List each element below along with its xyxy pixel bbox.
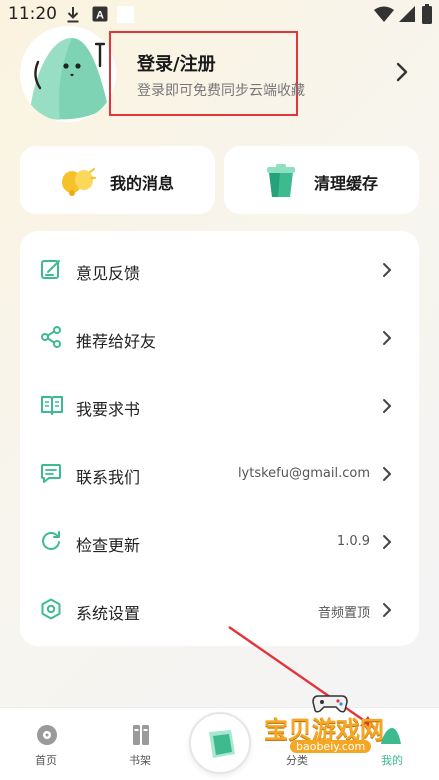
bookshelf-icon [133,725,149,745]
avatar[interactable] [20,26,116,122]
bell-icon [62,168,96,196]
avatar-mascot-icon [20,26,116,122]
messages-label: 我的消息 [110,174,175,193]
home-disc-icon [37,725,57,745]
menu-item-settings[interactable]: 系统设置 音频置顶 [20,574,419,642]
watermark-url: baobeiy.com [290,740,372,753]
svg-text:A: A [96,10,104,22]
center-fab[interactable] [189,712,251,774]
signal-icon [399,6,415,22]
profile-header[interactable]: 登录/注册 登录即可免费同步云端收藏 [0,26,439,122]
share-icon [41,326,61,348]
chevron-right-icon[interactable] [396,62,408,82]
messages-card[interactable]: 我的消息 [20,146,215,214]
menu-item-share[interactable]: 推荐给好友 [20,302,419,370]
status-time: 11:20 [8,4,57,24]
chevron-right-icon [383,603,391,617]
menu-label: 检查更新 [76,536,141,555]
trash-icon [267,164,295,197]
chevron-right-icon [383,331,391,345]
wifi-icon [374,6,394,22]
chevron-right-icon [383,467,391,481]
menu-label: 意见反馈 [76,264,141,283]
refresh-icon [42,531,60,550]
watermark-logo: 宝贝游戏网 baobeiy.com [262,690,412,762]
tab-label: 书架 [129,754,151,767]
menu-item-feedback[interactable]: 意见反馈 [20,234,419,302]
menu-item-contact[interactable]: 联系我们 lytskefu@gmail.com [20,438,419,506]
login-title[interactable]: 登录/注册 [137,50,216,76]
text-a-icon: A [92,6,108,22]
settings-menu: 意见反馈 推荐给好友 我要求书 联系我们 lytskefu@gmail.com [20,231,419,646]
chevron-right-icon [383,399,391,413]
chevron-right-icon [383,263,391,277]
edit-icon [41,260,60,279]
menu-label: 系统设置 [76,604,141,623]
settings-icon [41,598,61,620]
clear-cache-card[interactable]: 清理缓存 [224,146,419,214]
clear-cache-label: 清理缓存 [314,174,379,193]
menu-item-request-book[interactable]: 我要求书 [20,370,419,438]
chevron-right-icon [383,535,391,549]
login-subtitle: 登录即可免费同步云端收藏 [137,83,305,99]
menu-label: 我要求书 [76,400,141,419]
tab-label: 首页 [35,754,57,767]
download-icon [67,7,79,23]
book-icon [41,396,63,415]
contact-email: lytskefu@gmail.com [237,466,370,481]
menu-label: 联系我们 [76,468,141,487]
chat-icon [41,464,61,483]
blank-app-icon [117,6,134,23]
settings-value: 音频置顶 [317,606,370,621]
tab-home[interactable]: 首页 [20,708,74,780]
menu-item-check-update[interactable]: 检查更新 1.0.9 [20,506,419,574]
book-fab-icon [209,730,235,758]
menu-label: 推荐给好友 [76,332,157,351]
app-version: 1.0.9 [336,534,370,549]
tab-bookshelf[interactable]: 书架 [114,708,168,780]
battery-icon [422,4,432,24]
